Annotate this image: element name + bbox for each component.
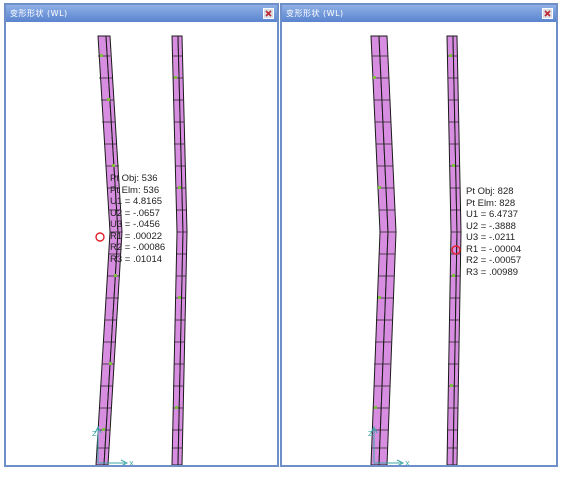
- selected-point-marker[interactable]: [95, 232, 105, 242]
- u1-value: U1 = 6.4737: [466, 209, 519, 220]
- u3-value: U3 = -.0211: [466, 232, 516, 243]
- u1-value: U1 = 4.8165: [110, 196, 163, 207]
- axis-z-label: Z: [92, 430, 97, 438]
- pt-elm-label: Pt Elm: 536: [110, 184, 160, 196]
- axis-x-label: X: [129, 460, 134, 465]
- axis-z-label: Z: [368, 430, 373, 438]
- close-icon[interactable]: [542, 8, 553, 19]
- pt-obj-label: Pt Obj: 536: [110, 173, 158, 184]
- r2-value: R2 = -.00057: [466, 255, 522, 266]
- r1-value: R1 = .00022: [110, 230, 163, 242]
- window-titlebar[interactable]: 变形形状 (WL): [282, 5, 556, 22]
- r1-value: R1 = -.00004: [466, 243, 522, 255]
- u3-value: U3 = -.0456: [110, 219, 160, 230]
- r3-value: R3 = .00989: [466, 266, 519, 278]
- u2-value: U2 = -.0657: [110, 207, 160, 219]
- close-icon[interactable]: [263, 8, 274, 19]
- r2-value: R2 = -.00086: [110, 242, 166, 253]
- model-viewport[interactable]: Z X Pt Obj: 828 Pt Elm: 828 U1 = 6.4737 …: [282, 22, 556, 465]
- window-titlebar[interactable]: 变形形状 (WL): [6, 5, 277, 22]
- model-viewport[interactable]: Z X Pt Obj: 536 Pt Elm: 536 U1 = 4.8165 …: [6, 22, 277, 465]
- point-info-tooltip: Pt Obj: 536 Pt Elm: 536 U1 = 4.8165 U2 =…: [110, 173, 165, 265]
- pt-elm-label: Pt Elm: 828: [466, 197, 516, 209]
- window-title: 变形形状 (WL): [286, 9, 344, 18]
- pt-obj-label: Pt Obj: 828: [466, 186, 514, 197]
- point-info-tooltip: Pt Obj: 828 Pt Elm: 828 U1 = 6.4737 U2 =…: [466, 186, 521, 278]
- axis-x-label: X: [405, 460, 410, 465]
- r3-value: R3 = .01014: [110, 253, 163, 265]
- u2-value: U2 = -.3888: [466, 220, 516, 232]
- window-title: 变形形状 (WL): [10, 9, 68, 18]
- deformed-shape-window-right: 变形形状 (WL) Z X Pt Obj: 828 Pt Elm: 828 U1…: [280, 3, 558, 467]
- deformed-shape-window-left: 变形形状 (WL) Z X Pt Obj: 536 Pt Elm: 536 U1…: [4, 3, 279, 467]
